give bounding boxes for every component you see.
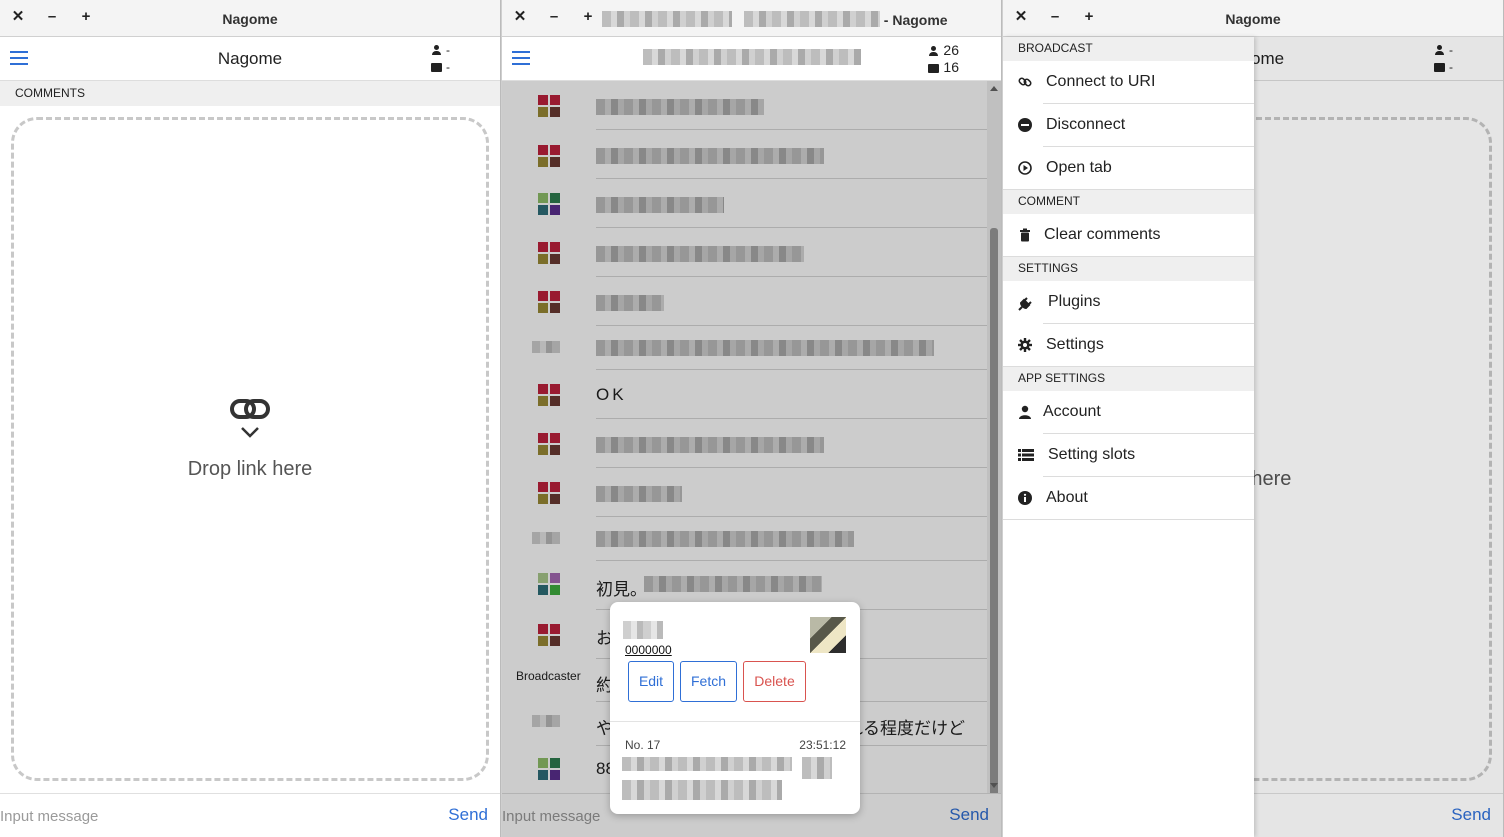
comment-time: 23:51:12 (799, 738, 846, 752)
link-icon (230, 399, 270, 419)
navigation-drawer: BROADCAST Connect to URI Disconnect Open… (1003, 37, 1254, 837)
gear-icon (1018, 338, 1032, 352)
setting-slots-label: Setting slots (1048, 446, 1136, 463)
list-icon (1018, 449, 1034, 461)
window-title-suffix: - Nagome (883, 12, 948, 28)
divider (610, 721, 860, 722)
connect-to-uri-item[interactable]: Connect to URI (1003, 61, 1254, 104)
connect-to-uri-label: Connect to URI (1046, 73, 1156, 90)
plugins-item[interactable]: Plugins (1003, 281, 1254, 324)
comment-icon (928, 64, 940, 73)
nagome-window-3: ✕ – + Nagome ome - - nk here Send BROADC… (1003, 0, 1504, 837)
account-item[interactable]: Account (1003, 391, 1254, 434)
nagome-window-1: ✕ – + Nagome Nagome - - COMMENTS Drop li… (0, 0, 501, 837)
user-id-link[interactable]: 0000000 (625, 643, 672, 657)
app-bar: 26 16 (502, 37, 1001, 81)
viewer-count: - (446, 43, 450, 57)
comment-count: - (446, 60, 450, 74)
about-item[interactable]: About (1003, 477, 1254, 520)
play-circle-icon (1018, 161, 1032, 175)
comment-icon (431, 63, 442, 72)
comments-section-header: COMMENTS (0, 81, 500, 106)
broadcast-section-header: BROADCAST (1003, 37, 1254, 61)
chevron-down-icon (241, 427, 259, 438)
clear-comments-item[interactable]: Clear comments (1003, 214, 1254, 257)
titlebar: ✕ – + - Nagome (502, 0, 1001, 37)
disconnect-label: Disconnect (1046, 116, 1126, 133)
nagome-window-2: ✕ – + - Nagome 26 16 OK 初見。 お Broadcaste… (502, 0, 1002, 837)
open-tab-item[interactable]: Open tab (1003, 147, 1254, 190)
comment-count: 16 (943, 59, 959, 75)
stats: - - (431, 42, 450, 76)
redacted-comment (802, 757, 832, 779)
trash-icon (1020, 228, 1030, 242)
settings-section-header: SETTINGS (1003, 257, 1254, 281)
disconnect-item[interactable]: Disconnect (1003, 104, 1254, 147)
redacted-title (743, 11, 880, 27)
settings-item[interactable]: Settings (1003, 324, 1254, 367)
fetch-button[interactable]: Fetch (680, 661, 737, 702)
stats: 26 16 (928, 42, 959, 76)
minus-circle-icon (1018, 118, 1032, 132)
link-icon (1018, 77, 1032, 87)
send-button[interactable]: Send (448, 805, 488, 825)
comment-detail-popup: 0000000 Edit Fetch Delete No. 17 23:51:1… (610, 602, 860, 814)
comment-section-header: COMMENT (1003, 190, 1254, 214)
redacted-broadcast-title (642, 49, 861, 65)
redacted-comment (622, 780, 782, 800)
open-tab-label: Open tab (1046, 159, 1112, 176)
app-bar: Nagome - - (0, 37, 500, 81)
close-window-button[interactable]: ✕ (512, 9, 528, 25)
message-input[interactable]: Input message (0, 808, 98, 825)
window-title: Nagome (1225, 11, 1281, 27)
comment-number: No. 17 (625, 738, 661, 752)
user-icon (928, 46, 939, 56)
info-icon (1018, 491, 1032, 505)
link-drop-zone[interactable]: Drop link here (11, 117, 489, 781)
viewer-count: 26 (943, 42, 959, 58)
user-icon (1019, 405, 1031, 419)
plug-icon (1018, 297, 1032, 311)
settings-label: Settings (1046, 336, 1104, 353)
titlebar: ✕ – + Nagome (1003, 0, 1503, 37)
delete-button[interactable]: Delete (743, 661, 806, 702)
account-label: Account (1043, 403, 1101, 420)
setting-slots-item[interactable]: Setting slots (1003, 434, 1254, 477)
plugins-label: Plugins (1048, 293, 1101, 310)
drop-link-text: Drop link here (187, 458, 313, 480)
edit-button[interactable]: Edit (628, 661, 674, 702)
app-title: Nagome (217, 49, 283, 68)
user-thumbnail (810, 617, 846, 653)
message-bar: Input message Send (0, 793, 500, 837)
titlebar: ✕ – + Nagome (0, 0, 500, 37)
minimize-window-button[interactable]: – (546, 9, 562, 25)
clear-comments-label: Clear comments (1044, 226, 1161, 243)
redacted-username (623, 621, 663, 639)
broadcast-title (502, 49, 1001, 70)
window-title: - Nagome (602, 11, 1001, 28)
app-settings-section-header: APP SETTINGS (1003, 367, 1254, 391)
redacted-comment (622, 757, 792, 771)
redacted-title (602, 11, 732, 27)
user-icon (431, 45, 442, 55)
window-title: Nagome (222, 11, 278, 27)
maximize-window-button[interactable]: + (580, 9, 596, 25)
about-label: About (1046, 489, 1088, 506)
